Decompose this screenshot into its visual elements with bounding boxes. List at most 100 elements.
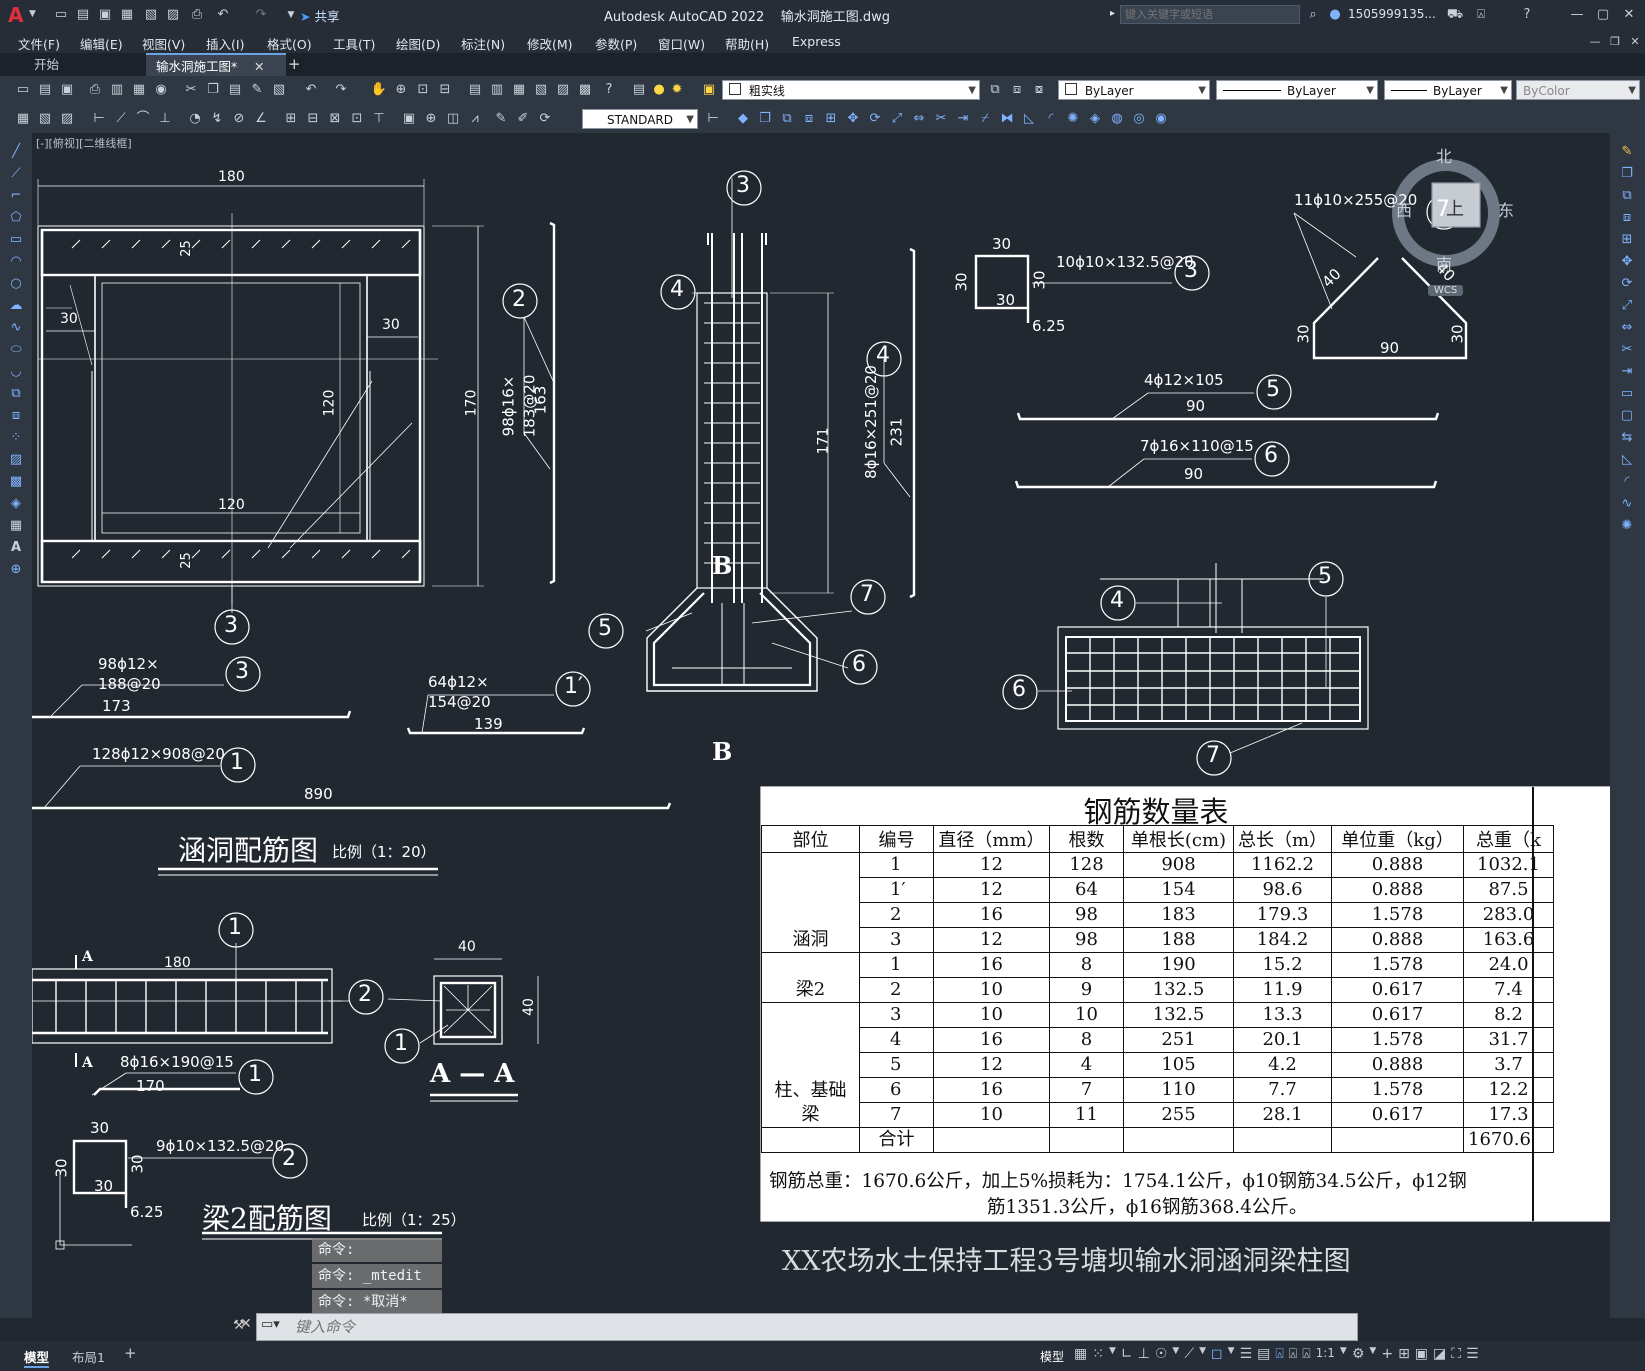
array-icon[interactable]: ⊞ (822, 110, 840, 128)
redo-tb-icon[interactable]: ↷ (332, 81, 350, 99)
cart-icon[interactable]: ⛟ (1446, 6, 1464, 24)
chevron-down-icon[interactable]: ▼ (1109, 1346, 1116, 1362)
erase-icon[interactable]: ◆ (734, 110, 752, 128)
infer-icon[interactable]: ∟ (1121, 1346, 1133, 1362)
dim-break-icon[interactable]: ⊤ (370, 110, 388, 128)
mirror-icon[interactable]: ⧉ (778, 110, 796, 128)
linetype-dropdown[interactable]: ByLayer ▼ (1216, 80, 1378, 100)
menu-format[interactable]: 格式(O) (267, 34, 312, 53)
save-as-icon[interactable]: ▦ (118, 6, 136, 24)
copy-icon[interactable]: ❐ (204, 81, 222, 99)
open-file-icon[interactable]: ▤ (74, 6, 92, 24)
search-arrow-icon[interactable]: ▸ (1110, 8, 1115, 19)
menu-tools[interactable]: 工具(T) (333, 34, 375, 53)
polygon-icon[interactable]: ⬠ (7, 209, 25, 227)
fillet-right-icon[interactable]: ◜ (1618, 473, 1636, 491)
web-open-icon[interactable]: ▧ (142, 6, 160, 24)
dimstyle-dropdown[interactable]: STANDARD ▼ (582, 109, 698, 129)
annotation-visibility-icon[interactable]: ⍓ (1275, 1346, 1283, 1362)
tool-c-icon[interactable]: ▨ (58, 110, 76, 128)
menu-insert[interactable]: 插入(I) (206, 34, 244, 53)
circle-icon[interactable]: ○ (7, 275, 25, 293)
publish-icon[interactable]: ▦ (130, 81, 148, 99)
tab-start[interactable]: 开始 (24, 53, 156, 76)
calculator-icon[interactable]: ▩ (576, 81, 594, 99)
chevron-down-icon[interactable]: ▼ (1340, 1346, 1347, 1362)
move-icon[interactable]: ✥ (844, 110, 862, 128)
line-icon[interactable]: ╱ (7, 143, 25, 161)
move-right-icon[interactable]: ✥ (1618, 253, 1636, 271)
new-file-icon[interactable]: ▭ (52, 6, 70, 24)
make-current-layer-icon[interactable]: ⧉ (986, 81, 1004, 99)
help-icon[interactable]: ? (1518, 6, 1536, 24)
trim-icon[interactable]: ✂ (932, 110, 950, 128)
layer-on-icon[interactable]: ● (650, 81, 668, 99)
plotstyle-dropdown[interactable]: ByColor ▼ (1516, 80, 1640, 100)
offset-right-icon[interactable]: ⧈ (1618, 209, 1636, 227)
annotation-scale-icon[interactable]: ⍓ (1302, 1346, 1310, 1362)
break-right-icon[interactable]: ▢ (1618, 407, 1636, 425)
viewcube-north[interactable]: 北 (1436, 143, 1452, 167)
toolpalettes-icon[interactable]: ▦ (510, 81, 528, 99)
dim-linear-icon[interactable]: ⊢ (90, 110, 108, 128)
mirror-right-icon[interactable]: ⧉ (1618, 187, 1636, 205)
dim-ordinate-icon[interactable]: ⊥ (156, 110, 174, 128)
qnew-icon[interactable]: ▭ (14, 81, 32, 99)
menu-edit[interactable]: 编辑(E) (80, 34, 123, 53)
search-input[interactable] (1120, 5, 1300, 24)
menu-file[interactable]: 文件(F) (18, 34, 60, 53)
rotate-icon[interactable]: ⟳ (866, 110, 884, 128)
inspect-icon[interactable]: ◫ (444, 110, 462, 128)
union-icon[interactable]: ◍ (1108, 110, 1126, 128)
command-input[interactable] (293, 1316, 1297, 1338)
layer-freeze-icon[interactable]: ✹ (668, 81, 686, 99)
join-icon[interactable]: ⧓ (998, 110, 1016, 128)
layer-properties-icon[interactable]: ▤ (630, 81, 648, 99)
rotate-right-icon[interactable]: ⟳ (1618, 275, 1636, 293)
drawing-canvas[interactable]: [-][俯视][二维线框] 180 25 30 30 120 170 120 2… (32, 133, 1610, 1318)
add-selected-icon[interactable]: ⊕ (7, 561, 25, 579)
point-icon[interactable]: ⁘ (7, 429, 25, 447)
save-icon[interactable]: ▣ (96, 6, 114, 24)
user-name[interactable]: 1505999135... (1348, 7, 1436, 21)
zoom-realtime-icon[interactable]: ⊕ (392, 81, 410, 99)
lineweight-icon[interactable]: ☰ (1240, 1346, 1253, 1362)
menu-help[interactable]: 帮助(H) (725, 34, 769, 53)
user-icon[interactable]: ● (1326, 6, 1344, 24)
viewcube-wcs[interactable]: WCS (1428, 285, 1464, 296)
units-icon[interactable]: ⊞ (1398, 1346, 1410, 1362)
dim-space-icon[interactable]: ⊡ (348, 110, 366, 128)
menu-draw[interactable]: 绘图(D) (396, 34, 440, 53)
dim-continue-icon[interactable]: ⊠ (326, 110, 344, 128)
search-icon[interactable]: ⌕ (1304, 6, 1322, 24)
ellipse-icon[interactable]: ⬭ (7, 341, 25, 359)
doc-close-icon[interactable]: ✕ (1626, 33, 1644, 51)
copy-obj-icon[interactable]: ❐ (756, 110, 774, 128)
plot-icon[interactable]: ⎙ (86, 81, 104, 99)
open-icon[interactable]: ▤ (36, 81, 54, 99)
chevron-down-icon[interactable]: ▼ (1172, 1346, 1179, 1362)
viewcube-south[interactable]: 南 (1436, 251, 1452, 275)
fillet-icon[interactable]: ◜ (1042, 110, 1060, 128)
explode-icon[interactable]: ✺ (1064, 110, 1082, 128)
preview-icon[interactable]: ▥ (108, 81, 126, 99)
quick-props-icon[interactable]: ▣ (1415, 1346, 1428, 1362)
dim-angular-icon[interactable]: ∠ (252, 110, 270, 128)
snap-icon[interactable]: ⁙ (1092, 1346, 1104, 1362)
rectangle-icon[interactable]: ▭ (7, 231, 25, 249)
menu-express[interactable]: Express (792, 34, 841, 49)
share-button[interactable]: ➤ 共享 (300, 6, 339, 25)
zoom-previous-icon[interactable]: ⊟ (436, 81, 454, 99)
lineweight-dropdown[interactable]: ByLayer ▼ (1384, 80, 1512, 100)
break-icon[interactable]: ⌿ (976, 110, 994, 128)
xline-icon[interactable]: ⟋ (7, 165, 25, 183)
extend-icon[interactable]: ⇥ (954, 110, 972, 128)
intersect-icon[interactable]: ◉ (1152, 110, 1170, 128)
menu-dimension[interactable]: 标注(N) (461, 34, 505, 53)
stretch-icon[interactable]: ⇔ (910, 110, 928, 128)
properties-icon[interactable]: ▤ (466, 81, 484, 99)
layer-dropdown[interactable]: 粗实线 ▼ (722, 80, 980, 100)
matchprop-icon[interactable]: ✎ (248, 81, 266, 99)
region-draw-icon[interactable]: ◈ (7, 495, 25, 513)
layout-tab-layout1[interactable]: 布局1 (72, 1347, 105, 1366)
